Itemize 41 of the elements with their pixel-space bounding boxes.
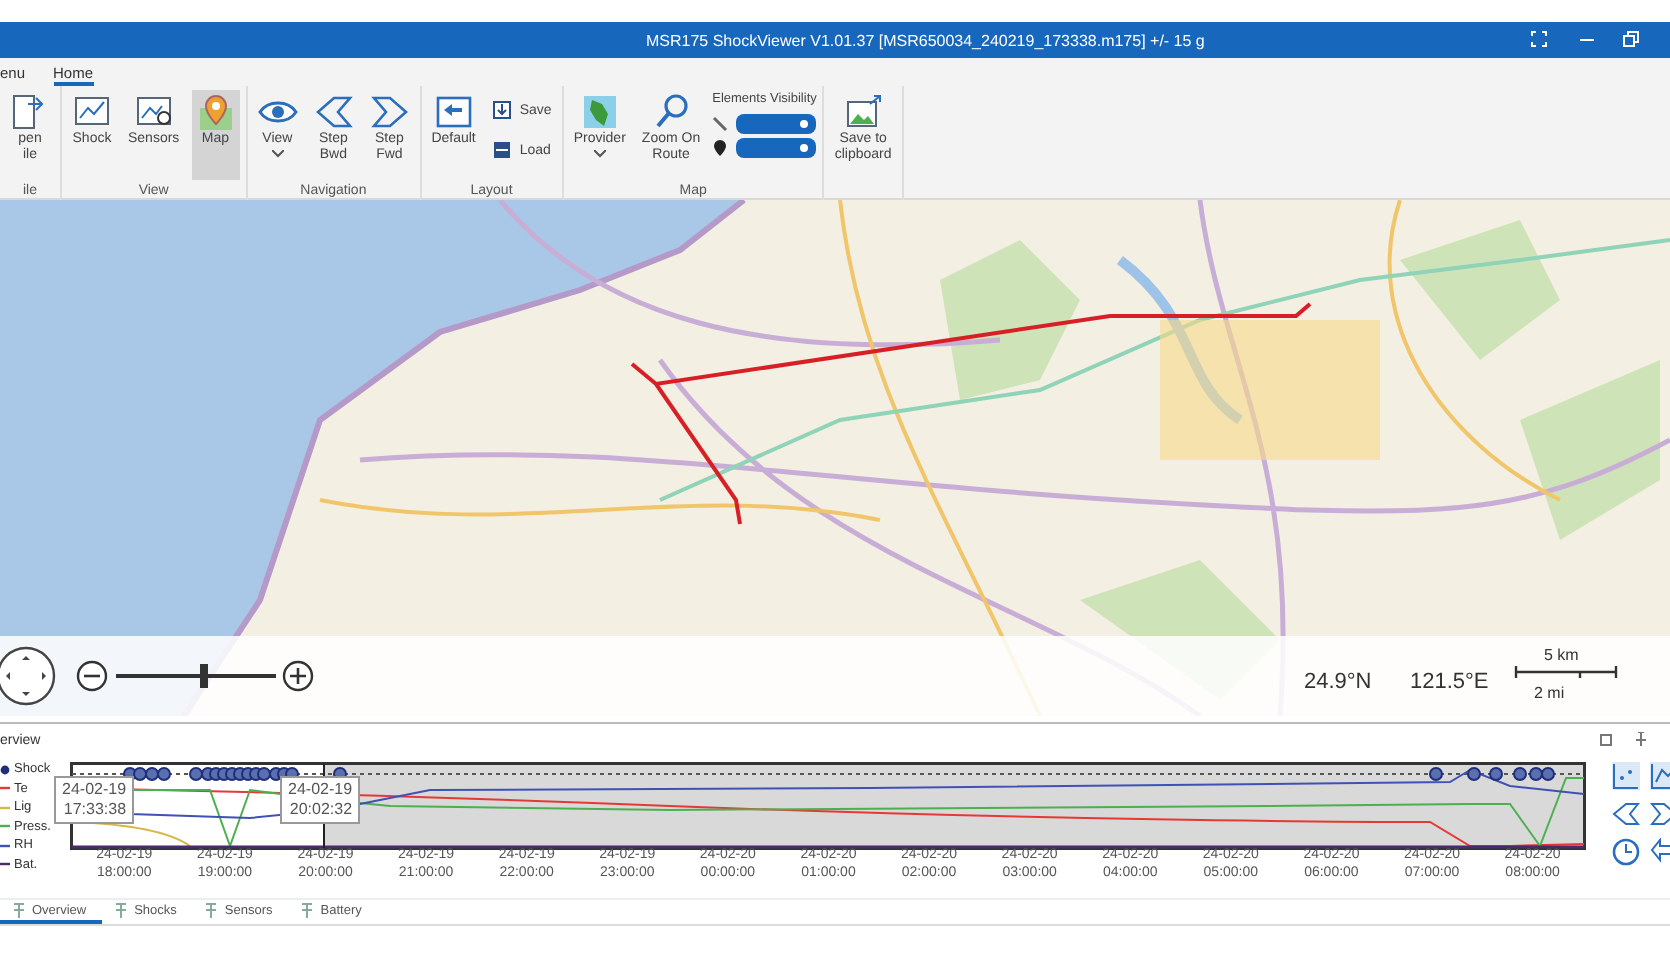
load-icon <box>491 140 512 160</box>
pin-icon <box>114 902 129 918</box>
restore-icon[interactable] <box>1622 30 1640 48</box>
scale-bar-icon <box>1514 666 1618 678</box>
save-icon <box>491 100 512 120</box>
window-icon <box>433 92 474 132</box>
left-arrow-icon[interactable] <box>1612 800 1640 828</box>
right-arrow-icon <box>369 92 410 132</box>
zoom-out-icon[interactable] <box>76 660 108 692</box>
shock-marker <box>1467 767 1481 781</box>
latitude-text: 24.9°N <box>1304 668 1372 698</box>
map-icon <box>579 92 620 132</box>
pin-icon <box>300 902 315 918</box>
shock-marker <box>1489 767 1503 781</box>
route-icon <box>712 115 729 132</box>
right-arrow-icon[interactable] <box>1650 800 1670 828</box>
map-pin-icon <box>195 92 236 132</box>
maximize-icon[interactable] <box>1600 734 1612 746</box>
search-icon <box>651 92 692 132</box>
toggle-switch[interactable] <box>736 137 817 158</box>
picture-icon <box>843 92 884 132</box>
left-arrow-icon <box>313 92 354 132</box>
line-chart-icon[interactable] <box>1650 762 1670 790</box>
clock-icon[interactable] <box>1612 838 1640 866</box>
time-tooltip: 24-02-19 20:02:32 <box>280 776 361 824</box>
window-title: MSR175 ShockViewer V1.01.37 [MSR650034_240219_173338.m175] +/- 15 g <box>646 30 1205 54</box>
pan-control-icon[interactable] <box>0 646 56 706</box>
longitude-text: 121.5°E <box>1410 668 1489 698</box>
shock-marker <box>1429 767 1443 781</box>
pin-icon[interactable] <box>1636 732 1646 746</box>
toggle-switch[interactable] <box>736 113 817 134</box>
fullscreen-icon[interactable] <box>1530 30 1548 48</box>
pin-icon <box>204 902 219 918</box>
pin-icon <box>12 902 26 918</box>
slider-thumb[interactable] <box>199 664 208 688</box>
scale-label: 5 km <box>1544 644 1579 668</box>
scale-label: 2 mi <box>1534 682 1565 706</box>
zoom-in-icon[interactable] <box>282 660 314 692</box>
scatter-chart-icon[interactable] <box>1612 762 1640 790</box>
pin-icon <box>712 139 729 156</box>
time-tooltip: 24-02-19 17:33:38 <box>54 776 135 824</box>
